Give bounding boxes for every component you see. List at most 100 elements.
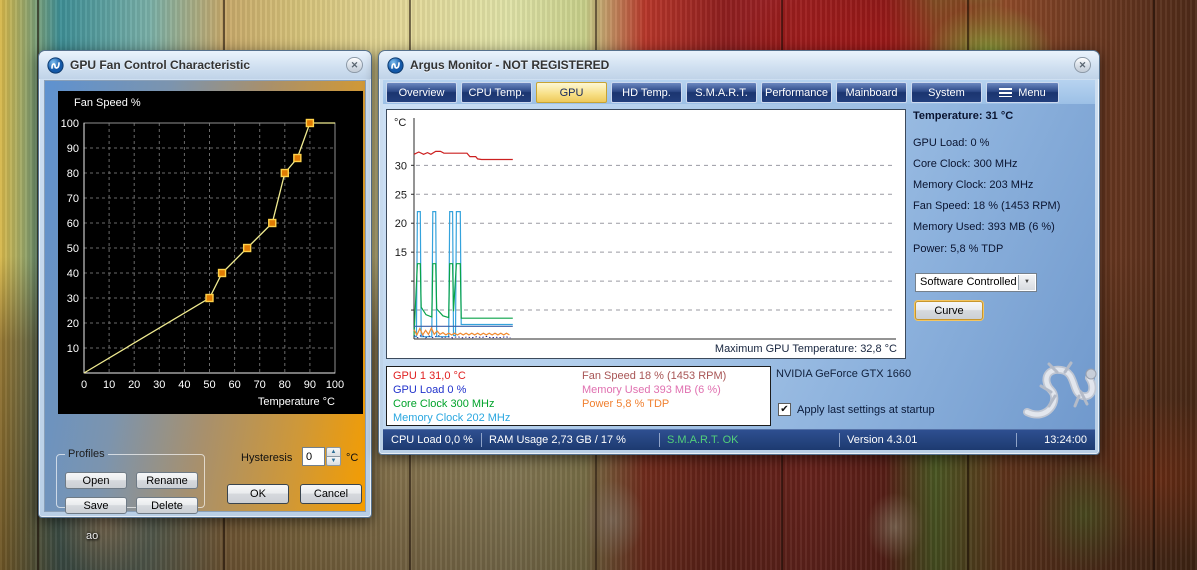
svg-text:°C: °C	[394, 117, 406, 129]
core-clock-value: Core Clock: 300 MHz	[913, 158, 1018, 170]
tab-overview[interactable]: Overview	[386, 82, 457, 103]
legend-core-clock: Core Clock 300 MHz	[393, 398, 495, 410]
status-separator	[1016, 433, 1017, 447]
gpu-history-chart: 30 25 20 15 °C Maximum GPU Temperature: 32,8…	[386, 109, 906, 359]
stepper-up-icon[interactable]	[326, 447, 341, 457]
desktop-icon-label[interactable]: ao	[86, 530, 98, 542]
max-gpu-temp-note: Maximum GPU Temperature: 32,8 °C	[714, 343, 897, 355]
startup-checkbox-label: Apply last settings at startup	[797, 403, 935, 416]
fan-mode-dropdown[interactable]: Software Controlled	[915, 273, 1037, 292]
fan-dialog-close-icon[interactable]	[346, 57, 363, 73]
memory-used-value: Memory Used: 393 MB (6 %)	[913, 221, 1055, 233]
svg-text:20: 20	[128, 379, 140, 391]
svg-text:70: 70	[254, 379, 266, 391]
fan-curve-chart[interactable]: 100 90 80 70 60 50 40 30 20 10 0 10 20 30 40 50 60 70 80 90…	[58, 91, 363, 414]
status-ram-usage: RAM Usage 2,73 GB / 17 %	[489, 434, 626, 446]
svg-text:90: 90	[67, 143, 79, 155]
tab-mainboard[interactable]: Mainboard	[836, 82, 907, 103]
hysteresis-stepper[interactable]	[326, 447, 341, 466]
hysteresis-unit: °C	[346, 452, 359, 464]
tab-performance[interactable]: Performance	[761, 82, 832, 103]
hysteresis-input[interactable]	[302, 447, 325, 466]
argus-monitor-window: Argus Monitor - NOT REGISTERED Overview …	[378, 50, 1100, 455]
argus-titlebar[interactable]: Argus Monitor - NOT REGISTERED	[379, 51, 1099, 79]
svg-text:10: 10	[103, 379, 115, 391]
gpu-temperature-value: Temperature: 31 °C	[913, 110, 1014, 122]
ok-button[interactable]: OK	[227, 484, 289, 504]
argus-logo-icon	[47, 56, 64, 74]
statusbar: CPU Load 0,0 % RAM Usage 2,73 GB / 17 % …	[383, 429, 1095, 450]
memory-clock-value: Memory Clock: 203 MHz	[913, 179, 1034, 191]
status-separator	[659, 433, 660, 447]
profiles-groupbox-label: Profiles	[68, 448, 105, 460]
tab-menu[interactable]: Menu	[986, 82, 1059, 103]
argus-close-icon[interactable]	[1074, 57, 1091, 73]
fan-chart-ylabel: Fan Speed %	[74, 97, 141, 109]
fan-dialog-titlebar[interactable]: GPU Fan Control Characteristic	[39, 51, 371, 79]
gpu-info-panel: Temperature: 31 °C GPU Load: 0 % Core Cl…	[913, 104, 1098, 269]
argus-gpu-page: 30 25 20 15 °C Maximum GPU Temperature: 32,8…	[383, 104, 1098, 450]
save-button[interactable]: Save	[65, 497, 127, 514]
hysteresis-label: Hysteresis	[241, 452, 293, 464]
status-cpu-load: CPU Load 0,0 %	[391, 434, 473, 446]
legend-gpu-load: GPU Load 0 %	[393, 384, 467, 396]
desktop: ao GPU Fan Control Characteristic 100908…	[0, 0, 1197, 570]
hamburger-icon	[999, 88, 1013, 97]
svg-text:90: 90	[304, 379, 316, 391]
gpu-name: NVIDIA GeForce GTX 1660	[776, 368, 912, 380]
legend-memory-used: Memory Used 393 MB (6 %)	[582, 384, 721, 396]
svg-text:60: 60	[67, 218, 79, 230]
gpu-load-value: GPU Load: 0 %	[913, 137, 990, 149]
gecko-logo	[1023, 361, 1097, 419]
curve-button[interactable]: Curve	[915, 301, 983, 320]
startup-checkbox-row[interactable]: Apply last settings at startup	[778, 403, 935, 416]
svg-text:40: 40	[67, 268, 79, 280]
argus-window-title: Argus Monitor - NOT REGISTERED	[410, 58, 610, 72]
rename-button[interactable]: Rename	[136, 472, 198, 489]
status-separator	[839, 433, 840, 447]
argus-tabstrip: Overview CPU Temp. GPU HD Temp. S.M.A.R.…	[383, 80, 1095, 104]
svg-text:30: 30	[153, 379, 165, 391]
svg-text:50: 50	[67, 243, 79, 255]
svg-text:15: 15	[395, 247, 407, 259]
svg-text:40: 40	[178, 379, 190, 391]
svg-text:100: 100	[326, 379, 344, 391]
svg-text:70: 70	[67, 193, 79, 205]
svg-text:80: 80	[279, 379, 291, 391]
tab-smart[interactable]: S.M.A.R.T.	[686, 82, 757, 103]
legend-gpu-temp: GPU 1 31,0 °C	[393, 370, 466, 382]
svg-text:30: 30	[395, 160, 407, 172]
legend-fan-speed: Fan Speed 18 % (1453 RPM)	[582, 370, 727, 382]
svg-text:10: 10	[67, 343, 79, 355]
tab-cpu-temp[interactable]: CPU Temp.	[461, 82, 532, 103]
power-value: Power: 5,8 % TDP	[913, 243, 1004, 255]
dropdown-arrow-icon[interactable]	[1018, 275, 1035, 290]
delete-button[interactable]: Delete	[136, 497, 198, 514]
tab-system[interactable]: System	[911, 82, 982, 103]
svg-text:20: 20	[67, 318, 79, 330]
cancel-button[interactable]: Cancel	[300, 484, 362, 504]
svg-text:30: 30	[67, 293, 79, 305]
fan-curve-plot[interactable]: 1009080706050403020100 10 20 30 40 50 60 70 80 90…	[58, 91, 363, 414]
open-button[interactable]: Open	[65, 472, 127, 489]
tab-gpu[interactable]: GPU	[536, 82, 607, 103]
fan-dialog-title: GPU Fan Control Characteristic	[70, 58, 251, 72]
fan-chart-xlabel: Temperature °C	[257, 396, 335, 408]
fan-dialog-body: 100 90 80 70 60 50 40 30 20 10 0 10 20 30 40 50 60 70 80 90…	[44, 80, 366, 514]
tab-menu-label: Menu	[1018, 86, 1046, 99]
checkbox-checked-icon[interactable]	[778, 403, 791, 416]
tab-hd-temp[interactable]: HD Temp.	[611, 82, 682, 103]
svg-text:0: 0	[81, 379, 87, 391]
argus-logo-icon	[387, 56, 404, 74]
chart-legend: GPU 1 31,0 °C GPU Load 0 % Core Clock 30…	[386, 366, 771, 426]
legend-power: Power 5,8 % TDP	[582, 398, 670, 410]
fan-mode-value: Software Controlled	[920, 276, 1017, 288]
svg-text:25: 25	[395, 189, 407, 201]
svg-text:50: 50	[203, 379, 215, 391]
stepper-down-icon[interactable]	[326, 457, 341, 466]
svg-text:80: 80	[67, 168, 79, 180]
svg-text:20: 20	[395, 218, 407, 230]
gpu-history-plot: 30 25 20 15 °C	[394, 117, 896, 340]
status-smart: S.M.A.R.T. OK	[667, 434, 739, 446]
svg-text:60: 60	[228, 379, 240, 391]
